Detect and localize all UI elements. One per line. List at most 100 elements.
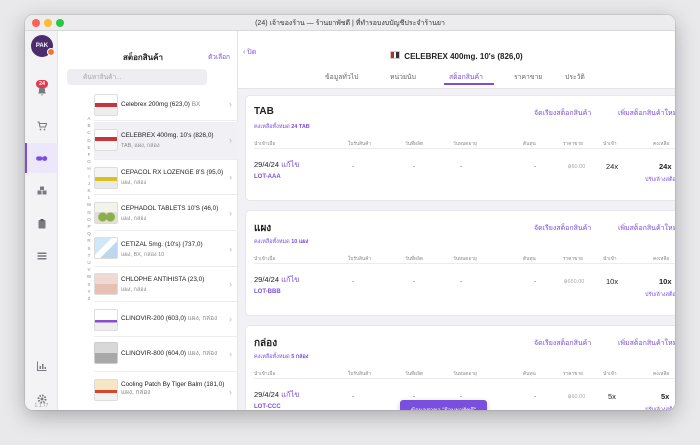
alphabet-letter[interactable]: C	[85, 129, 93, 136]
alphabet-letter[interactable]: X	[85, 281, 93, 288]
manage-stock-button[interactable]: จัดเรียงสต็อกสินค้า	[534, 108, 591, 119]
alphabet-letter[interactable]: Z	[85, 295, 93, 302]
col-mfg: วันที่ผลิต	[405, 257, 423, 262]
cell-cost: -	[534, 393, 537, 400]
alphabet-letter[interactable]: Y	[85, 288, 93, 295]
alphabet-letter[interactable]: G	[85, 158, 93, 165]
rail-item-clipboard[interactable]	[25, 209, 58, 239]
alphabet-letter[interactable]: L	[85, 194, 93, 201]
alphabet-letter[interactable]: N	[85, 209, 93, 216]
list-item[interactable]: CHLOPHE ANTIHISTA (23,0) แผง, กล่อง ›	[94, 268, 238, 302]
col-price: ราคาขาย	[563, 257, 583, 262]
cell-imported: 10x	[606, 277, 619, 286]
stock-section-tab: TAB คงเหลือทั้งหมด 24 TAB จัดเรียงสต็อกส…	[245, 95, 675, 201]
col-receipt: ใบรับสินค้า	[348, 257, 372, 262]
product-thumbnail	[94, 202, 118, 224]
alphabet-letter[interactable]: H	[85, 165, 93, 172]
manage-stock-button[interactable]: จัดเรียงสต็อกสินค้า	[534, 338, 591, 349]
edit-link[interactable]: แก้ไข	[281, 275, 299, 284]
alphabet-letter[interactable]: W	[85, 273, 93, 280]
header-divider	[254, 148, 675, 149]
product-name: CLINOVIR-200 (603,0)	[121, 315, 186, 322]
product-units: แผง, กล่อง	[121, 287, 147, 293]
search-input[interactable]	[67, 69, 207, 85]
alphabet-letter[interactable]: B	[85, 122, 93, 129]
alphabet-letter[interactable]: P	[85, 223, 93, 230]
adjust-stock-link[interactable]: ปรับ/ล้างสต็อก	[645, 291, 675, 299]
cell-remaining: 10x	[659, 277, 672, 286]
row-lot: LOT-CCC	[254, 404, 281, 410]
rail-item-cart[interactable]	[25, 111, 58, 141]
alphabet-letter[interactable]: M	[85, 201, 93, 208]
alphabet-letter[interactable]: D	[85, 137, 93, 144]
col-mfg: วันที่ผลิต	[405, 142, 423, 147]
col-imported-at: นำเข้าเมื่อ	[254, 142, 276, 147]
edit-link[interactable]: แก้ไข	[281, 390, 299, 399]
notification-badge: 24	[36, 80, 49, 88]
list-item[interactable]: Celebrex 200mg (623,0) BX ›	[94, 89, 238, 121]
col-imported-at: นำเข้าเมื่อ	[254, 257, 276, 262]
list-item[interactable]: CETIZAL 5mg. (10's) (737,0) แผง, BX, กล่…	[94, 232, 238, 267]
adjust-stock-link[interactable]: ปรับ/ล้างสต็อก	[645, 176, 675, 184]
alphabet-letter[interactable]: A	[85, 115, 93, 122]
list-item[interactable]: CEPHADOL TABLETS 10'S (46,0) แผง, กล่อง …	[94, 196, 238, 231]
alphabet-letter[interactable]: I	[85, 173, 93, 180]
add-stock-button[interactable]: เพิ่มสต็อกสินค้าใหม่	[618, 338, 675, 349]
manage-stock-button[interactable]: จัดเรียงสต็อกสินค้า	[534, 223, 591, 234]
tab-history[interactable]: ประวัติ	[565, 71, 585, 82]
list-item[interactable]: Cooling Patch By Tiger Balm (181,0) แผง,…	[94, 373, 238, 410]
list-item[interactable]: CLINOVIR-200 (603,0) แผง, กล่อง ›	[94, 303, 238, 337]
col-exp: วันหมดอายุ	[453, 372, 477, 377]
tab-general[interactable]: ข้อมูลทั่วไป	[325, 71, 358, 82]
rail-item-warehouse[interactable]	[25, 176, 58, 206]
list-item-selected[interactable]: CELEBREX 400mg. 10's (826,0) TAB, แผง, ก…	[94, 122, 238, 160]
product-units: แผง, กล่อง	[121, 180, 147, 186]
list-item[interactable]: CEPACOL RX LOZENGE 8'S (95,0) แผง, กล่อง…	[94, 161, 238, 195]
cell-remaining: 24x	[659, 162, 672, 171]
remain-label: คงเหลือทั้งหมด	[254, 124, 290, 130]
col-remaining: คงเหลือ	[653, 257, 670, 262]
list-icon	[37, 252, 46, 260]
product-name: Celebrex 200mg (623,0)	[121, 101, 190, 108]
tab-units[interactable]: หน่วยนับ	[390, 71, 416, 82]
col-receipt: ใบรับสินค้า	[348, 372, 372, 377]
alphabet-letter[interactable]: T	[85, 252, 93, 259]
remain-value: 24 TAB	[291, 124, 310, 130]
add-stock-button[interactable]: เพิ่มสต็อกสินค้าใหม่	[618, 223, 675, 234]
section-unit: TAB	[254, 106, 274, 117]
options-button[interactable]: ตัวเลือก	[208, 52, 230, 62]
app-window: (24) เจ้าของร้าน — ร้านยาพัชดี | ที่ทำรอ…	[25, 15, 675, 410]
alphabet-letter[interactable]: J	[85, 180, 93, 187]
alphabet-letter[interactable]: U	[85, 259, 93, 266]
cell-receipt: -	[352, 278, 355, 285]
col-price: ราคาขาย	[563, 372, 583, 377]
rail-item-reports[interactable]	[25, 351, 58, 381]
rail-item-list[interactable]	[25, 241, 58, 271]
alphabet-letter[interactable]: Q	[85, 230, 93, 237]
adjust-stock-link[interactable]: ปรับ/ล้างสต็อก	[645, 406, 675, 410]
col-cost: ต้นทุน	[523, 142, 536, 147]
alphabet-letter[interactable]: F	[85, 151, 93, 158]
active-tab-indicator	[444, 83, 494, 85]
alphabet-letter[interactable]: O	[85, 216, 93, 223]
alphabet-index[interactable]: ABCDEFGHIJKLMNOPQRSTUVWXYZ	[85, 115, 93, 302]
alphabet-letter[interactable]: R	[85, 237, 93, 244]
alphabet-letter[interactable]: S	[85, 245, 93, 252]
alphabet-letter[interactable]: V	[85, 266, 93, 273]
alphabet-letter[interactable]: K	[85, 187, 93, 194]
chevron-right-icon: ›	[229, 314, 232, 324]
tab-prices[interactable]: ราคาขาย	[514, 71, 542, 82]
tab-stock[interactable]: สต็อกสินค้า	[449, 71, 483, 82]
col-remaining: คงเหลือ	[653, 372, 670, 377]
add-stock-button[interactable]: เพิ่มสต็อกสินค้าใหม่	[618, 108, 675, 119]
cell-imported: 24x	[606, 162, 619, 171]
rail-item-products[interactable]	[25, 143, 58, 173]
edit-link[interactable]: แก้ไข	[281, 160, 299, 169]
list-item[interactable]: CLINOVIR-800 (604,0) แผง, กล่อง ›	[94, 338, 238, 372]
branch-info-button[interactable]: ข้อมูลสาขา "ร้านยาพัชดี"	[400, 400, 487, 410]
alphabet-letter[interactable]: E	[85, 144, 93, 151]
col-imported: นำเข้า	[603, 372, 617, 377]
product-units: แผง, กล่อง	[187, 315, 218, 322]
product-units: แผง, กล่อง	[121, 216, 147, 222]
product-units: TAB, แผง, กล่อง	[121, 143, 160, 149]
